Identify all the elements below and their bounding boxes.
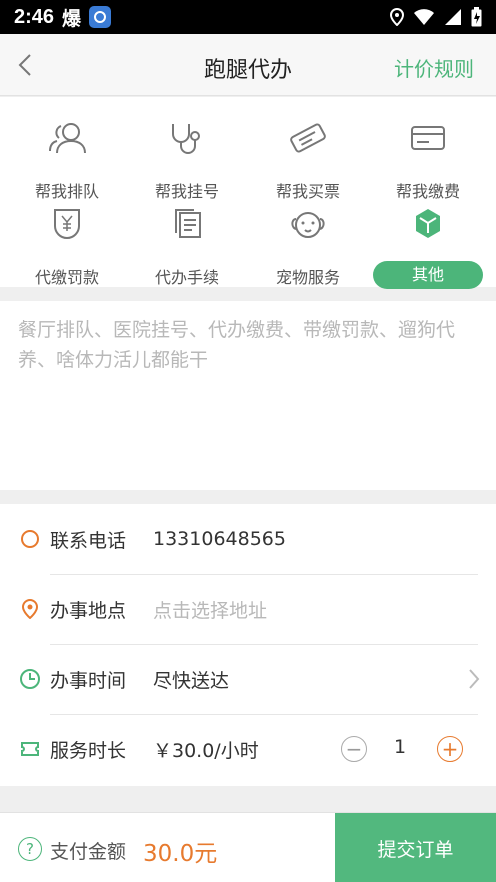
signal-icon bbox=[445, 9, 461, 25]
dog-icon bbox=[246, 201, 370, 247]
duration-label: 服务时长 bbox=[50, 739, 127, 762]
location-label: 办事地点 bbox=[50, 599, 127, 622]
phone-label: 联系电话 bbox=[50, 529, 127, 552]
people-icon bbox=[5, 115, 129, 161]
time-row[interactable]: 办事时间 尽快送达 bbox=[0, 644, 496, 714]
location-status-icon bbox=[390, 8, 404, 26]
category-label: 帮我买票 bbox=[275, 182, 340, 201]
help-icon[interactable]: ? bbox=[18, 837, 42, 861]
category-label: 帮我挂号 bbox=[154, 182, 219, 201]
phone-value[interactable]: 13310648565 bbox=[153, 528, 286, 550]
bottom-bar: ? 支付金额 30.0元 提交订单 bbox=[0, 812, 496, 882]
category-payment[interactable]: 帮我缴费 bbox=[366, 115, 490, 203]
category-procedures[interactable]: 代办手续 bbox=[125, 201, 249, 289]
increase-button[interactable]: + bbox=[437, 736, 463, 762]
time-value: 尽快送达 bbox=[153, 669, 230, 692]
description-placeholder: 餐厅排队、医院挂号、代办缴费、带缴罚款、遛狗代养、啥体力活儿都能干 bbox=[18, 319, 456, 371]
card-icon bbox=[366, 115, 490, 161]
duration-price: ￥30.0/小时 bbox=[153, 739, 259, 762]
app-bar: 跑腿代办 计价规则 bbox=[0, 34, 496, 96]
clock-icon bbox=[20, 669, 40, 689]
category-grid: 帮我排队 帮我挂号 帮我买票 帮我缴费 代缴罚款 代办手续 宠物服务 其他 bbox=[0, 97, 496, 289]
category-label: 宠物服务 bbox=[275, 268, 340, 287]
document-icon bbox=[125, 201, 249, 247]
circle-icon bbox=[21, 530, 39, 548]
category-other[interactable]: 其他 bbox=[366, 201, 490, 289]
description-input[interactable]: 餐厅排队、医院挂号、代办缴费、带缴罚款、遛狗代养、啥体力活儿都能干 bbox=[0, 301, 496, 490]
category-pet[interactable]: 宠物服务 bbox=[246, 201, 370, 289]
duration-row: 服务时长 ￥30.0/小时 − 1 + bbox=[0, 714, 496, 784]
location-row[interactable]: 办事地点 点击选择地址 bbox=[0, 574, 496, 644]
category-queue[interactable]: 帮我排队 bbox=[5, 115, 129, 203]
category-label: 代办手续 bbox=[154, 268, 219, 287]
phone-row[interactable]: 联系电话 13310648565 bbox=[0, 504, 496, 574]
pay-amount-value: 30.0元 bbox=[143, 841, 218, 867]
app-notification-icon bbox=[89, 6, 112, 28]
time-label: 办事时间 bbox=[50, 669, 127, 692]
yen-shield-icon bbox=[5, 201, 129, 247]
status-app-glyph: 爆 bbox=[62, 7, 82, 30]
chevron-right-icon bbox=[469, 669, 480, 689]
category-ticket[interactable]: 帮我买票 bbox=[246, 115, 370, 203]
category-label: 代缴罚款 bbox=[34, 268, 99, 287]
category-label: 帮我排队 bbox=[34, 182, 99, 201]
submit-order-button[interactable]: 提交订单 bbox=[335, 813, 496, 882]
status-time: 2:46 bbox=[14, 5, 55, 28]
stethoscope-icon bbox=[125, 115, 249, 161]
wifi-icon bbox=[414, 9, 434, 25]
cube-icon bbox=[366, 201, 490, 246]
category-registration[interactable]: 帮我挂号 bbox=[125, 115, 249, 203]
ticket-icon bbox=[246, 115, 370, 161]
decrease-button[interactable]: − bbox=[341, 736, 367, 762]
location-pin-icon bbox=[21, 599, 39, 619]
status-bar: 2:46 爆 bbox=[0, 0, 496, 34]
ticket-stub-icon bbox=[21, 742, 39, 756]
pay-amount-label: 支付金额 bbox=[50, 841, 127, 863]
quantity-value: 1 bbox=[394, 736, 407, 758]
category-label: 其他 bbox=[373, 261, 483, 289]
location-placeholder[interactable]: 点击选择地址 bbox=[153, 596, 267, 623]
order-form: 联系电话 13310648565 办事地点 点击选择地址 办事时间 尽快送达 服… bbox=[0, 504, 496, 786]
category-fines[interactable]: 代缴罚款 bbox=[5, 201, 129, 289]
battery-icon bbox=[471, 7, 482, 27]
category-label: 帮我缴费 bbox=[395, 182, 460, 201]
pricing-rules-link[interactable]: 计价规则 bbox=[394, 53, 474, 82]
